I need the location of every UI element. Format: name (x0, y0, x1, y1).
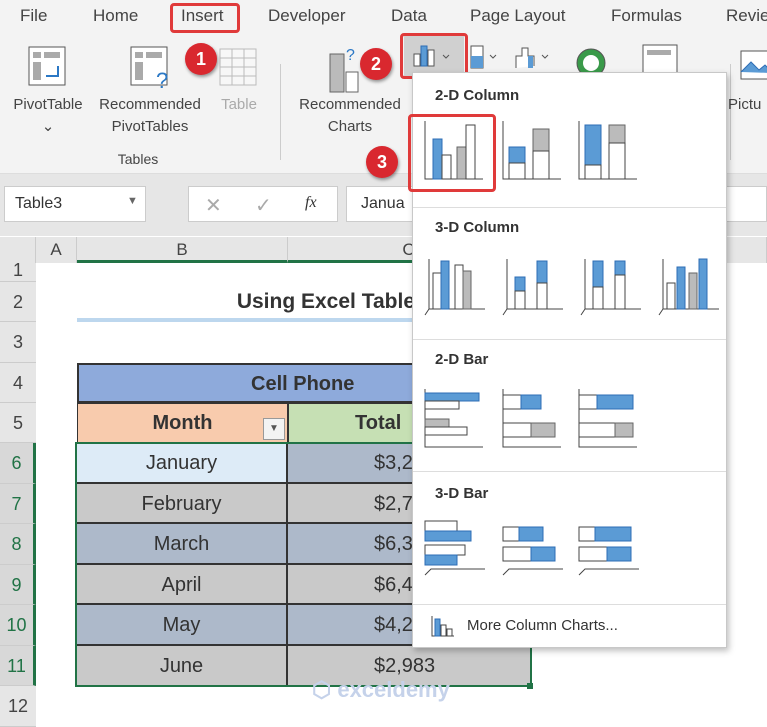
enter-icon[interactable]: ✓ (255, 193, 272, 218)
row-header[interactable]: 3 (0, 322, 36, 363)
3d-100-stacked-bar-icon[interactable] (575, 515, 641, 581)
step-badge-1: 1 (185, 43, 217, 75)
row-header[interactable]: 2 (0, 282, 36, 322)
pivottable-label: PivotTable (13, 96, 83, 113)
tab-page-layout[interactable]: Page Layout (470, 6, 565, 26)
100-stacked-bar-icon[interactable] (575, 385, 641, 451)
column-chart-icon (431, 616, 454, 637)
row-header[interactable]: 6 (0, 443, 36, 484)
tab-developer[interactable]: Developer (268, 6, 346, 26)
tab-formulas[interactable]: Formulas (611, 6, 682, 26)
recommended-pivottables-icon: ? (130, 46, 168, 92)
column-header-b[interactable]: B (77, 237, 288, 263)
cancel-icon[interactable]: ✕ (205, 193, 222, 218)
step-badge-3: 3 (366, 146, 398, 178)
fill-handle[interactable] (527, 683, 533, 689)
divider (413, 339, 726, 340)
tab-file[interactable]: File (20, 6, 47, 26)
row-header[interactable]: 9 (0, 565, 36, 605)
ribbon-tabs: File Home Insert Developer Data Page Lay… (0, 0, 767, 34)
recommended-charts-icon: ? (329, 47, 359, 93)
waterfall-chart-icon[interactable] (514, 42, 554, 70)
dropdown-arrow-icon: ▼ (127, 195, 138, 207)
watermark: ⬡ exceldemy (312, 677, 450, 702)
row-header[interactable]: 11 (0, 646, 36, 686)
name-box[interactable]: Table3 ▼ (4, 186, 146, 222)
row-header[interactable]: 1 (0, 261, 36, 282)
row-header[interactable]: 5 (0, 403, 36, 443)
column-header-a[interactable]: A (36, 237, 77, 263)
svg-text:?: ? (156, 68, 168, 92)
3d-column-icon[interactable] (657, 253, 723, 319)
label: Table (221, 96, 257, 113)
svg-text:?: ? (346, 47, 355, 64)
section-2d-column: 2-D Column (435, 87, 520, 104)
divider (413, 207, 726, 208)
step-badge-2: 2 (360, 48, 392, 80)
section-3d-column: 3-D Column (435, 219, 520, 236)
row-header[interactable]: 4 (0, 363, 36, 403)
label: PivotTables (111, 118, 189, 135)
row-header[interactable]: 7 (0, 484, 36, 524)
3d-stacked-column-icon[interactable] (501, 253, 567, 319)
tab-review[interactable]: Revie (726, 6, 767, 26)
section-3d-bar: 3-D Bar (435, 485, 489, 502)
divider (413, 471, 726, 472)
stacked-bar-icon[interactable] (499, 385, 565, 451)
tab-data[interactable]: Data (391, 6, 427, 26)
label: Charts (327, 118, 373, 135)
3d-clustered-bar-icon[interactable] (421, 515, 487, 581)
pictures-icon[interactable] (740, 50, 767, 80)
insert-function-icon[interactable]: fx (305, 194, 317, 212)
label: Recommended (99, 96, 201, 113)
row-header[interactable]: 12 (0, 686, 36, 727)
name-box-value: Table3 (15, 195, 63, 212)
row-header[interactable]: 10 (0, 605, 36, 646)
filter-dropdown-icon[interactable]: ▼ (263, 418, 285, 440)
table-icon (219, 48, 257, 86)
divider (413, 604, 726, 605)
header-month[interactable]: Month ▼ (77, 403, 288, 443)
watermark-text: exceldemy (337, 677, 450, 702)
more-column-charts-link[interactable]: More Column Charts... (429, 613, 719, 641)
section-2d-bar: 2-D Bar (435, 351, 489, 368)
chevron-down-icon: ⌄ (41, 118, 55, 135)
tab-home[interactable]: Home (93, 6, 138, 26)
group-label-tables: Tables (117, 151, 159, 167)
formula-buttons: ✕ ✓ fx (188, 186, 338, 222)
month-label: Month (152, 412, 213, 434)
pivottable-icon (28, 46, 66, 86)
clustered-bar-icon[interactable] (421, 385, 487, 451)
3d-100-stacked-column-icon[interactable] (579, 253, 645, 319)
sheet-title[interactable]: Using Excel Table (77, 282, 417, 322)
formula-value: Janua (361, 195, 405, 212)
row-header[interactable]: 8 (0, 524, 36, 565)
insert-highlight (170, 3, 240, 33)
stacked-column-icon[interactable] (499, 117, 565, 183)
hierarchy-chart-icon[interactable] (470, 44, 500, 70)
clustered-column-highlight (408, 114, 496, 192)
3d-clustered-column-icon[interactable] (423, 253, 489, 319)
pictures-label: Pictu (728, 96, 762, 113)
100-stacked-column-icon[interactable] (575, 117, 641, 183)
label: Recommended (299, 96, 401, 113)
more-column-charts-label: More Column Charts... (467, 617, 618, 634)
3d-stacked-bar-icon[interactable] (499, 515, 565, 581)
divider (280, 64, 281, 160)
